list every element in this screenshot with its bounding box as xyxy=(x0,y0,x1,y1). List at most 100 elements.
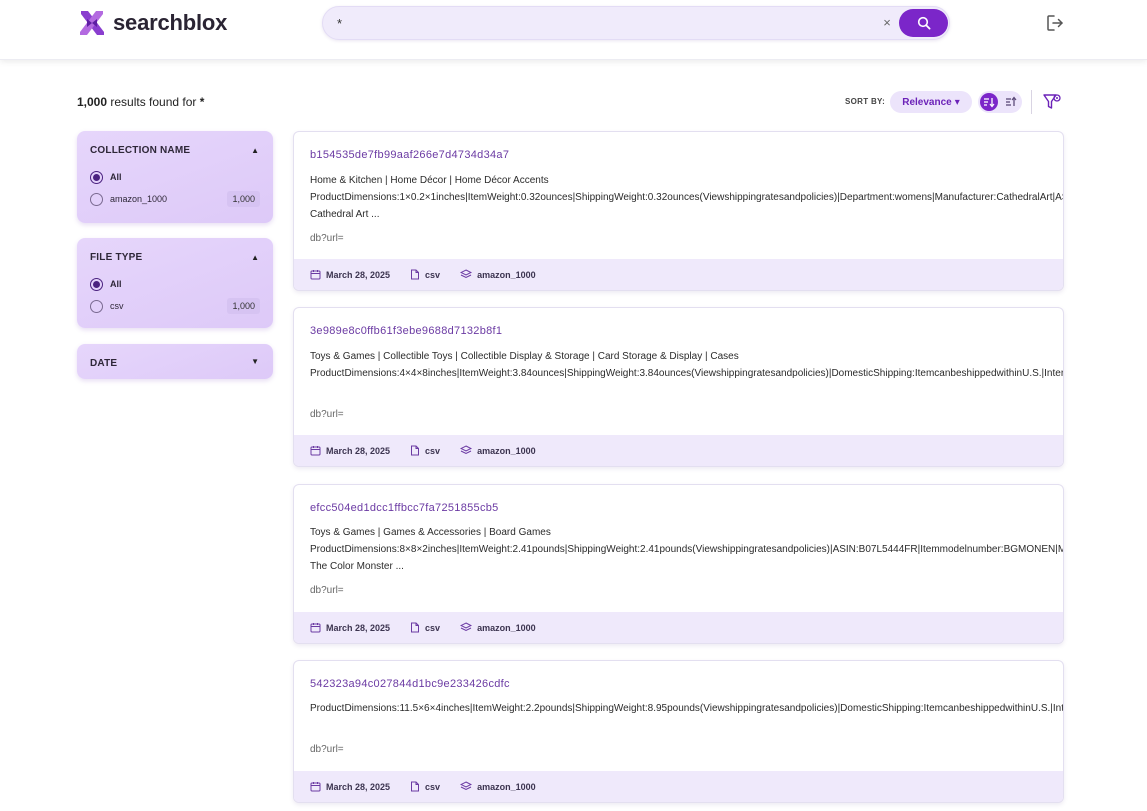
result-description: ProductDimensions:1×0.2×1inches|ItemWeig… xyxy=(310,192,1063,220)
result-meta: March 28, 2025 csv amazon_1000 xyxy=(294,612,1063,643)
result-collection: amazon_1000 xyxy=(460,269,536,280)
facet-option-label: All xyxy=(110,172,122,182)
result-url: db?url= xyxy=(310,585,344,596)
file-icon xyxy=(411,269,420,280)
result-collection-text: amazon_1000 xyxy=(477,622,536,633)
result-url: db?url= xyxy=(310,233,344,244)
result-meta: March 28, 2025 csv amazon_1000 xyxy=(294,259,1063,290)
sort-by-label: SORT BY: xyxy=(845,97,886,106)
result-title-link[interactable]: 542323a94c027844d1bc9e233426cdfc xyxy=(310,678,510,690)
facet-option-label: csv xyxy=(110,301,124,311)
radio-unselected[interactable] xyxy=(90,299,103,313)
sort-descending-button[interactable] xyxy=(980,93,998,111)
result-filetype-text: csv xyxy=(425,622,441,633)
result-description: ProductDimensions:11.5×6×4inches|ItemWei… xyxy=(310,703,1064,714)
result-title-link[interactable]: b154535de7fb99aaf266e7d4734d34a7 xyxy=(310,149,509,161)
result-date-text: March 28, 2025 xyxy=(326,445,391,456)
file-icon xyxy=(411,445,420,456)
facet-option-amazon-1000[interactable]: amazon_1000 1,000 xyxy=(90,190,260,208)
result-description: ProductDimensions:8×8×2inches|ItemWeight… xyxy=(310,544,1063,572)
facet-collection-name: COLLECTION NAME ▲ All amazon_1000 1,000 xyxy=(77,131,273,223)
search-button[interactable] xyxy=(899,9,948,37)
filter-settings-icon[interactable] xyxy=(1042,92,1062,112)
result-filetype: csv xyxy=(410,781,440,792)
result-collection: amazon_1000 xyxy=(460,622,536,633)
facet-option-all[interactable]: All xyxy=(90,275,260,293)
result-title-link[interactable]: 3e989e8c0ffb61f3ebe9688d7132b8f1 xyxy=(310,325,502,337)
radio-selected[interactable] xyxy=(90,277,103,291)
result-filetype-text: csv xyxy=(425,269,441,280)
result-title-link[interactable]: efcc504ed1dcc1ffbcc7fa7251855cb5 xyxy=(310,502,499,514)
result-collection-text: amazon_1000 xyxy=(477,445,536,456)
calendar-icon xyxy=(310,446,321,456)
result-category: Home & Kitchen | Home Décor | Home Décor… xyxy=(310,175,549,186)
search-input[interactable] xyxy=(337,7,877,39)
facet-count-badge: 1,000 xyxy=(227,298,260,314)
result-date-text: March 28, 2025 xyxy=(326,781,391,792)
result-date: March 28, 2025 xyxy=(310,269,390,280)
result-date: March 28, 2025 xyxy=(310,445,390,456)
facet-option-csv[interactable]: csv 1,000 xyxy=(90,297,260,315)
results-count: 1,000 results found for * xyxy=(77,95,204,109)
sort-ascending-icon xyxy=(1006,96,1017,106)
result-description: ProductDimensions:4×4×8inches|ItemWeight… xyxy=(310,368,1064,379)
file-icon xyxy=(411,781,420,792)
result-filetype: csv xyxy=(410,269,440,280)
facet-option-all[interactable]: All xyxy=(90,168,260,186)
result-filetype: csv xyxy=(410,622,440,633)
facet-title: DATE xyxy=(90,358,118,369)
layers-icon xyxy=(460,622,473,632)
facet-option-label: amazon_1000 xyxy=(110,194,168,204)
calendar-icon xyxy=(310,623,321,633)
sort-ascending-button[interactable] xyxy=(1002,93,1020,111)
chevron-down-icon: ▾ xyxy=(954,96,960,108)
search-bar: × xyxy=(322,6,950,40)
result-url: db?url= xyxy=(310,409,344,420)
calendar-icon xyxy=(310,782,321,792)
layers-icon xyxy=(460,269,473,279)
result-filetype-text: csv xyxy=(425,781,441,792)
radio-unselected[interactable] xyxy=(90,192,103,206)
logo-text: searchblox xyxy=(113,10,228,35)
facet-title: FILE TYPE xyxy=(90,252,143,263)
result-category: Toys & Games | Collectible Toys | Collec… xyxy=(310,351,739,362)
result-url: db?url= xyxy=(310,744,344,755)
result-filetype: csv xyxy=(410,445,440,456)
searchblox-logo-icon xyxy=(80,11,104,35)
sort-order-toggle xyxy=(978,91,1022,113)
top-header: searchblox × xyxy=(0,0,1147,60)
result-card: 3e989e8c0ffb61f3ebe9688d7132b8f1 Toys & … xyxy=(293,307,1064,467)
chevron-up-icon[interactable]: ▲ xyxy=(251,253,259,262)
sort-descending-icon xyxy=(984,98,995,108)
result-collection: amazon_1000 xyxy=(460,445,536,456)
result-card: b154535de7fb99aaf266e7d4734d34a7 Home & … xyxy=(293,131,1064,291)
results-query: * xyxy=(199,95,205,109)
chevron-down-icon[interactable]: ▼ xyxy=(251,357,259,366)
searchblox-logo[interactable]: searchblox xyxy=(77,8,227,38)
result-date: March 28, 2025 xyxy=(310,622,390,633)
result-date: March 28, 2025 xyxy=(310,781,390,792)
clear-search-button[interactable]: × xyxy=(879,14,895,32)
result-category: Toys & Games | Games & Accessories | Boa… xyxy=(310,527,551,538)
facet-file-type: FILE TYPE ▲ All csv 1,000 xyxy=(77,238,273,328)
toolbar-divider xyxy=(1031,90,1032,114)
results-found-text: results found for xyxy=(110,95,197,109)
sort-select-value: Relevance xyxy=(902,96,952,108)
logout-icon[interactable] xyxy=(1045,13,1065,33)
facet-option-label: All xyxy=(110,279,122,289)
result-date-text: March 28, 2025 xyxy=(326,622,391,633)
result-collection-text: amazon_1000 xyxy=(477,781,536,792)
results-number: 1,000 xyxy=(77,95,108,109)
radio-selected[interactable] xyxy=(90,170,103,184)
chevron-up-icon[interactable]: ▲ xyxy=(251,146,259,155)
result-collection-text: amazon_1000 xyxy=(477,269,536,280)
result-date-text: March 28, 2025 xyxy=(326,269,391,280)
layers-icon xyxy=(460,445,473,455)
result-card: 542323a94c027844d1bc9e233426cdfc Product… xyxy=(293,660,1064,803)
search-icon xyxy=(917,16,931,30)
calendar-icon xyxy=(310,270,321,280)
result-filetype-text: csv xyxy=(425,445,441,456)
sort-select[interactable]: Relevance ▾ xyxy=(890,91,972,113)
result-meta: March 28, 2025 csv amazon_1000 xyxy=(294,435,1063,466)
facet-date[interactable]: DATE ▼ xyxy=(77,344,273,379)
